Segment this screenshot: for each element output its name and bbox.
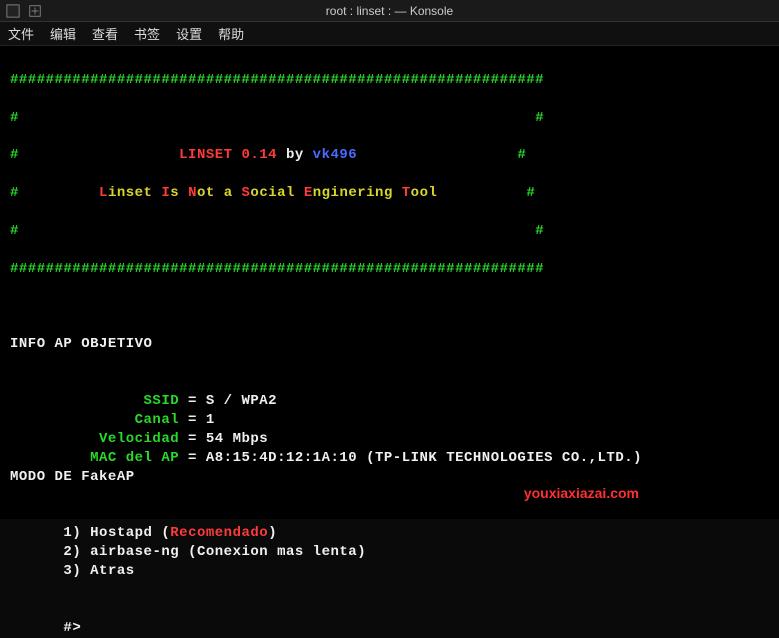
banner-hash-side: #: [10, 185, 19, 201]
ssid-label: SSID: [144, 393, 180, 409]
vendor: (TP-LINK TECHNOLOGIES CO.,LTD.): [366, 450, 642, 466]
ssid-value: S / WPA2: [206, 393, 277, 409]
banner-hash-side: #: [535, 110, 544, 126]
window-titlebar: root : linset : — Konsole: [0, 0, 779, 22]
option-2-num: 2): [63, 544, 90, 560]
banner-hash-side: #: [517, 147, 526, 163]
menu-file[interactable]: 文件: [8, 24, 34, 43]
info-header: INFO AP OBJETIVO: [10, 336, 152, 352]
menubar: 文件 编辑 查看 书签 设置 帮助: [0, 22, 779, 46]
mac-label: MAC del AP: [90, 450, 179, 466]
option-1-name: Hostapd: [90, 525, 161, 541]
terminal-output[interactable]: ########################################…: [0, 46, 779, 519]
new-tab-icon[interactable]: [28, 4, 42, 18]
banner-hash-side: #: [535, 223, 544, 239]
watermark: youxiaxiazai.com: [524, 485, 639, 501]
option-3-name: Atras: [90, 563, 135, 579]
banner-hash-side: #: [10, 223, 19, 239]
canal-label: Canal: [135, 412, 180, 428]
mac-value: A8:15:4D:12:1A:10: [206, 450, 357, 466]
option-2-name: airbase-ng: [90, 544, 188, 560]
banner-author: vk496: [313, 147, 358, 163]
app-icon: [6, 4, 20, 18]
menu-edit[interactable]: 编辑: [50, 24, 76, 43]
option-2-note: (Conexion mas lenta): [188, 544, 366, 560]
option-1-num: 1): [63, 525, 90, 541]
menu-help[interactable]: 帮助: [218, 24, 244, 43]
window-title: root : linset : — Konsole: [326, 4, 453, 18]
banner-hash-side: #: [526, 185, 535, 201]
banner-hash: ########################################…: [10, 261, 544, 277]
banner-hash: ########################################…: [10, 72, 544, 88]
option-1-recommended: Recomendado: [170, 525, 268, 541]
fakeap-header: MODO DE FakeAP: [10, 469, 135, 485]
menu-view[interactable]: 查看: [92, 24, 118, 43]
prompt[interactable]: #>: [63, 620, 81, 636]
velocidad-value: 54 Mbps: [206, 431, 268, 447]
menu-settings[interactable]: 设置: [176, 24, 202, 43]
menu-bookmarks[interactable]: 书签: [134, 24, 160, 43]
banner-hash-side: #: [10, 147, 19, 163]
velocidad-label: Velocidad: [99, 431, 179, 447]
canal-value: 1: [206, 412, 215, 428]
banner-hash-side: #: [10, 110, 19, 126]
option-3-num: 3): [63, 563, 90, 579]
banner-title: LINSET: [179, 147, 241, 163]
